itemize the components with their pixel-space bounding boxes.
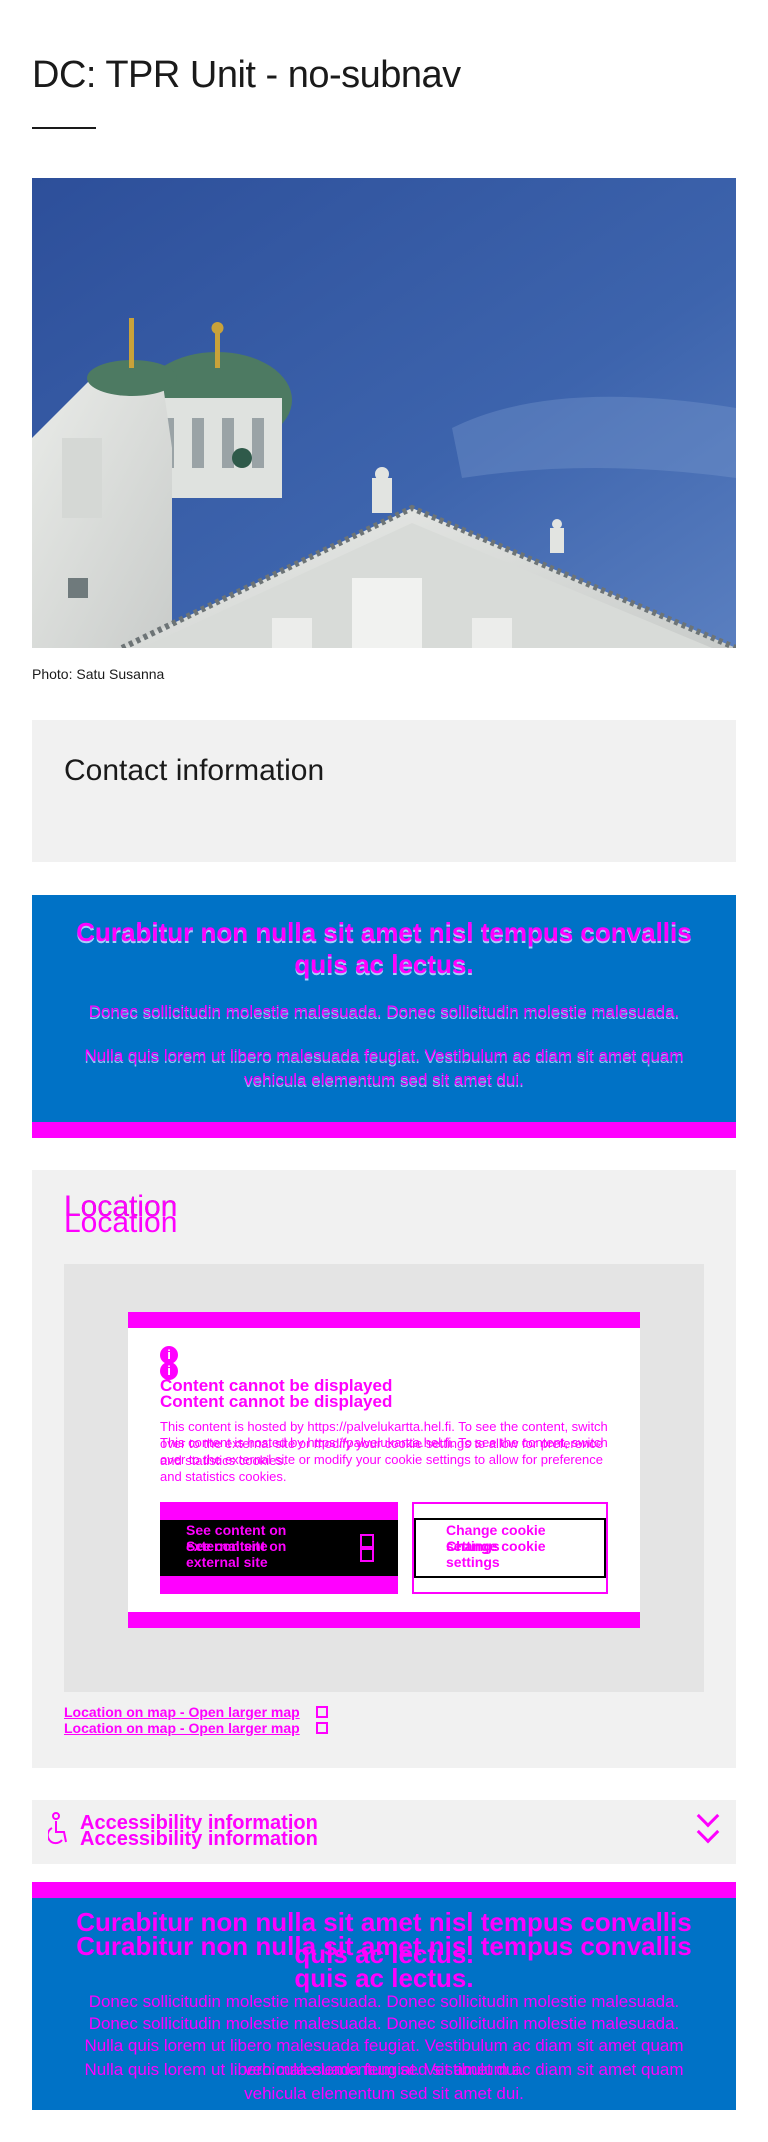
photo-caption: Photo: Satu Susanna xyxy=(32,666,165,682)
map-embed: i i Content cannot be displayed Content … xyxy=(64,1264,704,1692)
banner-2-text-2-overlay: Nulla quis lorem ut libero malesuada feu… xyxy=(84,2060,684,2103)
cookie-button-label-overlay: Change cookie settings xyxy=(446,1538,546,1570)
banner-2-text-1: Donec sollicitudin molestie malesuada. D… xyxy=(88,1992,680,2011)
external-link-icon xyxy=(360,1534,374,1548)
banner-bottom-bar xyxy=(32,1122,736,1138)
info-banner-2: Curabitur non nulla sit amet nisl tempus… xyxy=(32,1882,736,2110)
banner-2-top-bar xyxy=(32,1882,736,1898)
banner-text-2: Nulla quis lorem ut libero malesuada feu… xyxy=(84,1046,684,1089)
cookie-consent-box: i i Content cannot be displayed Content … xyxy=(128,1312,640,1628)
open-larger-map-link-overlay[interactable]: Location on map - Open larger map xyxy=(64,1720,300,1736)
banner-text-1: Donec sollicitudin molestie malesuada. D… xyxy=(88,1002,680,1021)
consent-bottom-bar xyxy=(128,1612,640,1628)
consent-title-overlay: Content cannot be displayed xyxy=(160,1392,393,1411)
chevron-down-icon-overlay xyxy=(696,1820,720,1844)
banner-title: Curabitur non nulla sit amet nisl tempus… xyxy=(76,917,692,979)
location-heading-overlay-2: Location xyxy=(64,1206,178,1239)
banner-2-title-overlay: Curabitur non nulla sit amet nisl tempus… xyxy=(76,1931,692,1993)
hero-image xyxy=(32,178,736,648)
see-content-label-overlay: See content on external site xyxy=(186,1538,287,1570)
banner-2-text-1-overlay: Donec sollicitudin molestie malesuada. D… xyxy=(88,2014,680,2033)
open-larger-map-link[interactable]: Location on map - Open larger map xyxy=(64,1704,300,1720)
title-divider xyxy=(32,127,96,129)
accessibility-accordion[interactable]: Accessibility information Accessibility … xyxy=(32,1800,736,1864)
contact-section: Contact information xyxy=(32,720,736,862)
external-link-icon-overlay xyxy=(316,1722,328,1734)
accessibility-icon xyxy=(48,1812,67,1845)
external-link-icon-overlay xyxy=(360,1548,374,1562)
change-cookie-settings-button[interactable]: Change cookie settings Change cookie set… xyxy=(412,1502,608,1594)
contact-heading: Contact information xyxy=(64,754,325,787)
accessibility-label-overlay: Accessibility information xyxy=(80,1828,318,1850)
see-content-button[interactable]: See content on external site See content… xyxy=(160,1502,398,1594)
info-banner: Curabitur non nulla sit amet nisl tempus… xyxy=(32,895,736,1138)
page: DC: TPR Unit - no-subnav Photo: Satu Sus… xyxy=(0,0,768,2142)
location-section: Location Location Location i i Content c… xyxy=(32,1170,736,1768)
external-link-icon xyxy=(316,1706,328,1718)
consent-top-bar xyxy=(128,1312,640,1328)
consent-text-overlay: This content is hosted by https://palvel… xyxy=(160,1435,608,1484)
page-title: DC: TPR Unit - no-subnav xyxy=(32,54,461,96)
